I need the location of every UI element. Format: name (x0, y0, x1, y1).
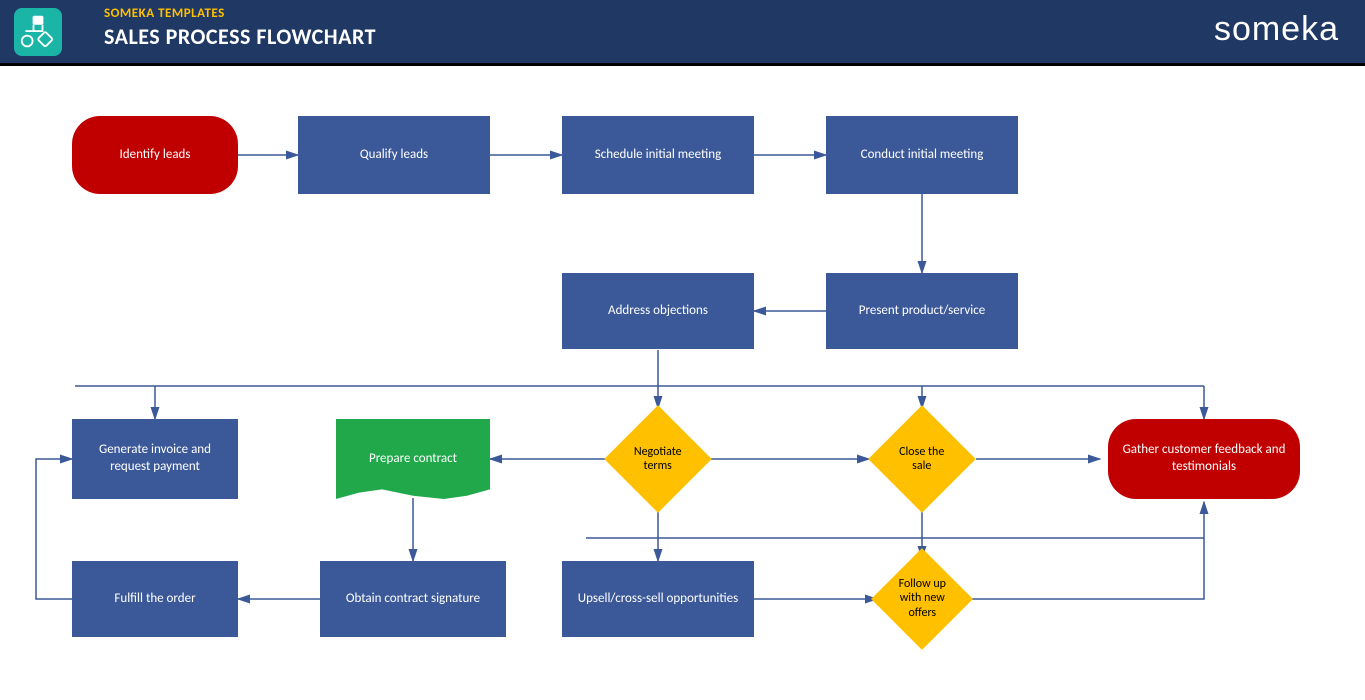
node-gather-feedback: Gather customer feedback and testimonial… (1108, 419, 1300, 499)
node-obtain-signature: Obtain contract signature (320, 561, 506, 637)
header-title: SALES PROCESS FLOWCHART (104, 23, 376, 50)
node-upsell: Upsell/cross-sell opportunities (562, 561, 754, 637)
node-follow-up: Follow up with new offers (871, 548, 973, 650)
node-conduct-meeting: Conduct initial meeting (826, 116, 1018, 194)
node-close-sale: Close the sale (868, 405, 975, 512)
node-fulfill-order: Fulfill the order (72, 561, 238, 637)
flowchart-icon (14, 8, 62, 56)
node-address-objections: Address objections (562, 273, 754, 349)
header: SOMEKA TEMPLATES SALES PROCESS FLOWCHART… (0, 0, 1365, 66)
node-identify-leads: Identify leads (72, 116, 238, 194)
header-text: SOMEKA TEMPLATES SALES PROCESS FLOWCHART (104, 6, 376, 50)
flowchart-canvas: Identify leads Qualify leads Schedule in… (0, 66, 1365, 700)
node-prepare-contract: Prepare contract (336, 419, 490, 499)
node-negotiate-terms: Negotiate terms (604, 405, 711, 512)
node-schedule-meeting: Schedule initial meeting (562, 116, 754, 194)
header-subtitle: SOMEKA TEMPLATES (104, 6, 376, 21)
node-generate-invoice: Generate invoice and request payment (72, 419, 238, 499)
brand-logo: someka (1214, 10, 1339, 49)
node-qualify-leads: Qualify leads (298, 116, 490, 194)
node-present-product: Present product/service (826, 273, 1018, 349)
